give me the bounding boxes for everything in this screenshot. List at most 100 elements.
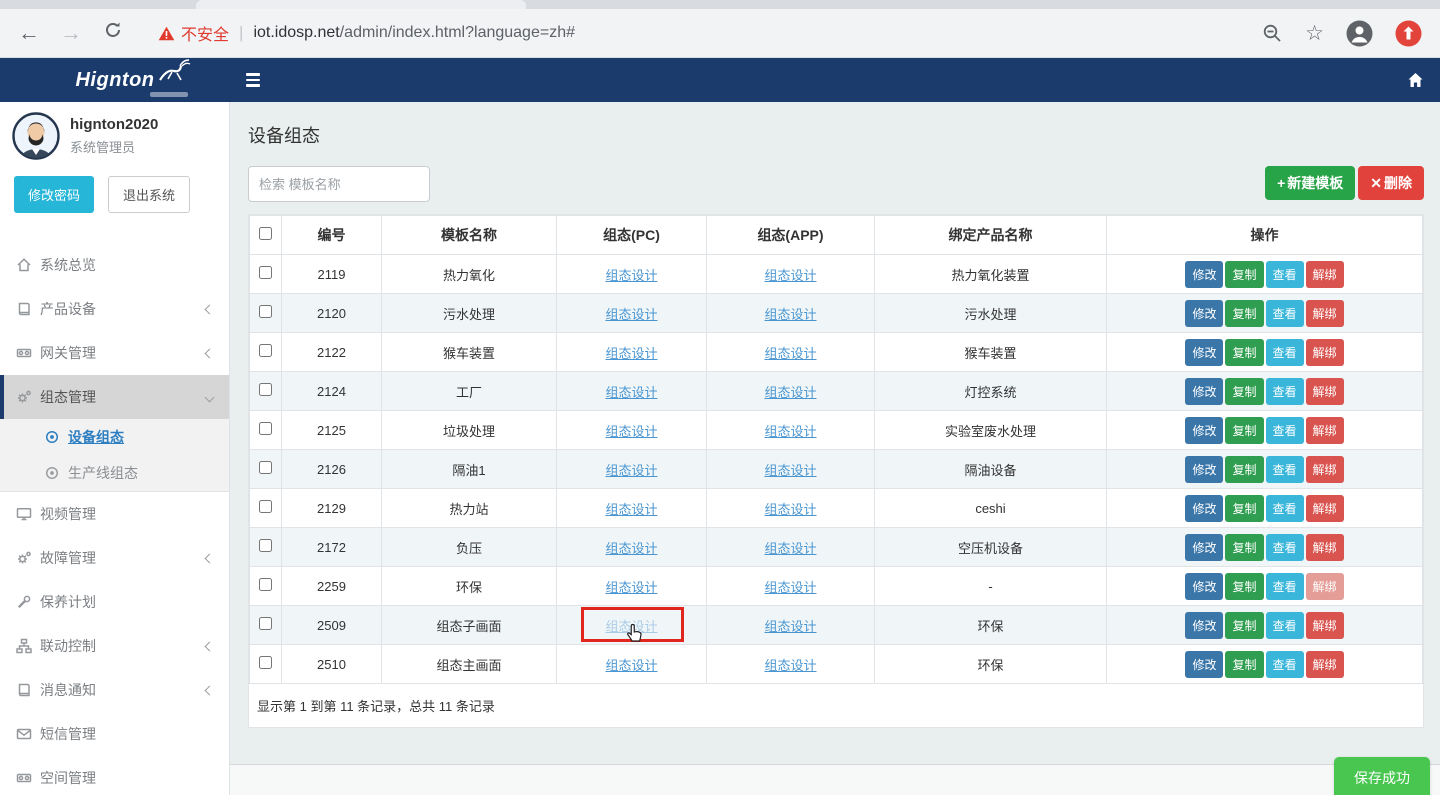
logout-button[interactable]: 退出系统 [108, 176, 190, 213]
sidebar-item-联动控制[interactable]: 联动控制 [0, 624, 229, 668]
app-design-link[interactable]: 组态设计 [764, 658, 816, 673]
view-button[interactable]: 查看 [1266, 534, 1304, 561]
edit-button[interactable]: 修改 [1185, 378, 1223, 405]
sidebar-item-空间管理[interactable]: 空间管理 [0, 756, 229, 795]
edit-button[interactable]: 修改 [1185, 573, 1223, 600]
change-password-button[interactable]: 修改密码 [14, 176, 94, 213]
browser-tab[interactable] [196, 0, 526, 9]
row-checkbox[interactable] [259, 305, 272, 318]
submenu-item-生产线组态[interactable]: 生产线组态 [0, 455, 229, 491]
copy-button[interactable]: 复制 [1225, 417, 1263, 444]
edit-button[interactable]: 修改 [1185, 417, 1223, 444]
delete-button[interactable]: ✕删除 [1358, 166, 1424, 200]
edit-button[interactable]: 修改 [1185, 339, 1223, 366]
copy-button[interactable]: 复制 [1225, 339, 1263, 366]
edit-button[interactable]: 修改 [1185, 300, 1223, 327]
unbind-button[interactable]: 解绑 [1306, 612, 1344, 639]
pc-design-link[interactable]: 组态设计 [605, 502, 657, 517]
view-button[interactable]: 查看 [1266, 495, 1304, 522]
sidebar-item-短信管理[interactable]: 短信管理 [0, 712, 229, 756]
row-checkbox[interactable] [259, 266, 272, 279]
select-all-checkbox[interactable] [259, 227, 272, 240]
view-button[interactable]: 查看 [1266, 612, 1304, 639]
home-icon[interactable] [1407, 72, 1424, 88]
search-input[interactable] [248, 166, 430, 202]
submenu-item-设备组态[interactable]: 设备组态 [0, 419, 229, 455]
pc-design-link[interactable]: 组态设计 [605, 580, 657, 595]
copy-button[interactable]: 复制 [1225, 261, 1263, 288]
pc-design-link[interactable]: 组态设计 [605, 268, 657, 283]
new-template-button[interactable]: +新建模板 [1265, 166, 1355, 200]
copy-button[interactable]: 复制 [1225, 573, 1263, 600]
unbind-button[interactable]: 解绑 [1306, 261, 1344, 288]
copy-button[interactable]: 复制 [1225, 495, 1263, 522]
sidebar-item-系统总览[interactable]: 系统总览 [0, 243, 229, 287]
pc-design-link[interactable]: 组态设计 [605, 658, 657, 673]
pc-design-link[interactable]: 组态设计 [605, 385, 657, 400]
unbind-button[interactable]: 解绑 [1306, 573, 1344, 600]
view-button[interactable]: 查看 [1266, 456, 1304, 483]
reload-icon[interactable] [98, 20, 128, 46]
edit-button[interactable]: 修改 [1185, 456, 1223, 483]
pc-design-link[interactable]: 组态设计 [605, 541, 657, 556]
user-avatar[interactable] [12, 112, 60, 160]
unbind-button[interactable]: 解绑 [1306, 339, 1344, 366]
view-button[interactable]: 查看 [1266, 573, 1304, 600]
app-design-link[interactable]: 组态设计 [764, 502, 816, 517]
copy-button[interactable]: 复制 [1225, 378, 1263, 405]
row-checkbox[interactable] [259, 539, 272, 552]
unbind-button[interactable]: 解绑 [1306, 300, 1344, 327]
unbind-button[interactable]: 解绑 [1306, 534, 1344, 561]
unbind-button[interactable]: 解绑 [1306, 495, 1344, 522]
profile-avatar-icon[interactable] [1346, 20, 1373, 47]
row-checkbox[interactable] [259, 422, 272, 435]
row-checkbox[interactable] [259, 500, 272, 513]
view-button[interactable]: 查看 [1266, 339, 1304, 366]
row-checkbox[interactable] [259, 344, 272, 357]
app-design-link[interactable]: 组态设计 [764, 541, 816, 556]
sidebar-toggle-icon[interactable] [246, 73, 260, 87]
zoom-out-icon[interactable] [1262, 23, 1283, 44]
sidebar-item-组态管理[interactable]: 组态管理 [0, 375, 229, 419]
copy-button[interactable]: 复制 [1225, 534, 1263, 561]
security-label[interactable]: 不安全 [181, 21, 229, 45]
sidebar-item-消息通知[interactable]: 消息通知 [0, 668, 229, 712]
edit-button[interactable]: 修改 [1185, 651, 1223, 678]
view-button[interactable]: 查看 [1266, 417, 1304, 444]
app-design-link[interactable]: 组态设计 [764, 307, 816, 322]
pc-design-link[interactable]: 组态设计 [605, 619, 657, 634]
sidebar-item-网关管理[interactable]: 网关管理 [0, 331, 229, 375]
forward-arrow-icon[interactable]: → [56, 20, 86, 46]
unbind-button[interactable]: 解绑 [1306, 378, 1344, 405]
bookmark-star-icon[interactable]: ☆ [1305, 21, 1324, 46]
pc-design-link[interactable]: 组态设计 [605, 463, 657, 478]
view-button[interactable]: 查看 [1266, 651, 1304, 678]
edit-button[interactable]: 修改 [1185, 534, 1223, 561]
edit-button[interactable]: 修改 [1185, 495, 1223, 522]
copy-button[interactable]: 复制 [1225, 300, 1263, 327]
edit-button[interactable]: 修改 [1185, 612, 1223, 639]
address-bar[interactable]: 不安全 | iot.idosp.net /admin/index.html?la… [158, 21, 1262, 45]
row-checkbox[interactable] [259, 578, 272, 591]
app-design-link[interactable]: 组态设计 [764, 424, 816, 439]
pc-design-link[interactable]: 组态设计 [605, 307, 657, 322]
back-arrow-icon[interactable]: ← [14, 20, 44, 46]
sidebar-item-故障管理[interactable]: 故障管理 [0, 536, 229, 580]
pc-design-link[interactable]: 组态设计 [605, 346, 657, 361]
sidebar-item-保养计划[interactable]: 保养计划 [0, 580, 229, 624]
unbind-button[interactable]: 解绑 [1306, 417, 1344, 444]
view-button[interactable]: 查看 [1266, 261, 1304, 288]
copy-button[interactable]: 复制 [1225, 651, 1263, 678]
sidebar-item-产品设备[interactable]: 产品设备 [0, 287, 229, 331]
edit-button[interactable]: 修改 [1185, 261, 1223, 288]
copy-button[interactable]: 复制 [1225, 456, 1263, 483]
row-checkbox[interactable] [259, 656, 272, 669]
unbind-button[interactable]: 解绑 [1306, 651, 1344, 678]
unbind-button[interactable]: 解绑 [1306, 456, 1344, 483]
app-design-link[interactable]: 组态设计 [764, 346, 816, 361]
row-checkbox[interactable] [259, 617, 272, 630]
view-button[interactable]: 查看 [1266, 300, 1304, 327]
update-badge-icon[interactable] [1395, 20, 1422, 47]
app-design-link[interactable]: 组态设计 [764, 385, 816, 400]
row-checkbox[interactable] [259, 383, 272, 396]
